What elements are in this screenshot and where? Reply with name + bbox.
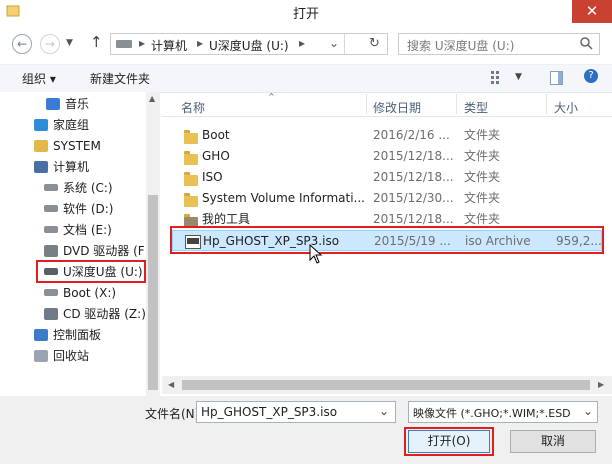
control-panel-icon — [34, 329, 48, 341]
column-size[interactable]: 大小 — [554, 99, 578, 116]
file-type: 文件夹 — [464, 149, 501, 163]
filter-dropdown-icon[interactable]: ⌄ — [583, 404, 593, 418]
selected-tree-item-highlight — [36, 260, 146, 283]
file-name: ISO — [202, 170, 223, 184]
file-date: 2015/12/30... — [373, 191, 454, 205]
breadcrumb-computer[interactable]: 计算机 — [151, 37, 187, 54]
folder-tree: 音乐家庭组 SYSTEM 计算机系统 (C:) 软件 (D:) 文档 (E:) DVD 驱… — [0, 94, 146, 367]
tree-item[interactable]: 音乐 — [0, 94, 146, 115]
scroll-right-icon[interactable]: ▶ — [598, 380, 604, 389]
selected-file-highlight — [170, 226, 604, 254]
drive-icon — [44, 184, 58, 191]
tree-item[interactable]: DVD 驱动器 (F — [0, 241, 146, 262]
preview-pane-icon[interactable] — [550, 71, 563, 85]
file-type: 文件夹 — [464, 128, 501, 142]
address-dropdown-icon[interactable]: ⌄ — [329, 36, 339, 50]
tree-item-label: 文档 (E:) — [63, 223, 112, 237]
computer-icon — [34, 161, 48, 173]
breadcrumb-usb-drive[interactable]: U深度U盘 (U:) — [209, 37, 289, 54]
new-folder-button[interactable]: 新建文件夹 — [90, 70, 150, 87]
breadcrumb-separator: ▸ — [197, 36, 204, 50]
tree-item[interactable]: 控制面板 — [0, 325, 146, 346]
file-name: GHO — [202, 149, 230, 163]
column-name[interactable]: 名称 — [181, 99, 205, 116]
file-type: 文件夹 — [464, 191, 501, 205]
address-bar[interactable]: ▸ 计算机 ▸ U深度U盘 (U:) ▸ ⌄ ↻ — [110, 33, 388, 55]
tree-item[interactable]: 家庭组 — [0, 115, 146, 136]
tree-item-label: DVD 驱动器 (F — [63, 244, 145, 258]
search-icon[interactable] — [579, 36, 593, 53]
tree-item-label: 系统 (C:) — [63, 181, 113, 195]
file-row[interactable]: GHO 2015/12/18... 文件夹 — [172, 146, 602, 167]
scroll-up-icon[interactable]: ▲ — [149, 94, 155, 103]
tree-item-label: 控制面板 — [53, 328, 102, 342]
view-dropdown-icon[interactable]: ▼ — [515, 72, 522, 82]
close-button[interactable]: ✕ — [572, 0, 612, 23]
column-type[interactable]: 类型 — [464, 99, 488, 116]
open-button[interactable]: 打开(O) — [408, 430, 490, 453]
recycle-bin-icon — [34, 350, 48, 362]
up-button[interactable]: ↑ — [90, 33, 103, 51]
tree-item-label: 计算机 — [53, 160, 90, 174]
file-row[interactable]: ISO 2015/12/18... 文件夹 — [172, 167, 602, 188]
tree-item[interactable]: 软件 (D:) — [0, 199, 146, 220]
user-folder-icon — [34, 140, 48, 152]
file-name: Boot — [202, 128, 230, 142]
organize-menu[interactable]: 组织 ▾ — [22, 70, 56, 87]
filename-input[interactable]: Hp_GHOST_XP_SP3.iso — [201, 405, 337, 419]
forward-button[interactable]: → — [40, 34, 60, 54]
search-input[interactable]: 搜索 U深度U盘 (U:) — [407, 37, 514, 54]
drive-icon — [44, 289, 58, 296]
filename-label: 文件名(N): — [145, 407, 204, 421]
tree-item-label: Boot (X:) — [63, 286, 117, 300]
drive-icon — [44, 205, 58, 212]
recent-dropdown-icon[interactable]: ▼ — [66, 38, 73, 48]
back-button[interactable]: ← — [12, 34, 32, 54]
homegroup-icon — [34, 119, 48, 131]
filename-dropdown-icon[interactable]: ⌄ — [379, 404, 389, 418]
drive-icon — [44, 226, 58, 233]
tree-item[interactable]: 回收站 — [0, 346, 146, 367]
horizontal-scroll-thumb[interactable] — [182, 380, 590, 390]
refresh-icon[interactable]: ↻ — [369, 36, 380, 51]
file-date: 2016/2/16 ... — [373, 128, 450, 142]
left-scroll-thumb[interactable] — [148, 195, 158, 390]
tree-item[interactable]: Boot (X:) — [0, 283, 146, 304]
file-date: 2015/12/18... — [373, 149, 454, 163]
tree-item[interactable]: 系统 (C:) — [0, 178, 146, 199]
tree-item-label: CD 驱动器 (Z:) — [63, 307, 146, 321]
file-date: 2015/12/18... — [373, 170, 454, 184]
tree-item-label: SYSTEM — [53, 139, 101, 153]
breadcrumb-separator: ▸ — [299, 36, 306, 50]
tree-item-label: 回收站 — [53, 349, 90, 363]
cd-icon — [44, 308, 58, 320]
mouse-cursor-icon — [309, 243, 323, 267]
window-title: 打开 — [292, 7, 319, 22]
file-name: System Volume Informati... — [202, 191, 365, 205]
file-type-filter[interactable]: 映像文件 (*.GHO;*.WIM;*.ESD ⌄ — [408, 401, 598, 423]
help-icon[interactable]: ? — [584, 69, 598, 83]
file-type: 文件夹 — [464, 170, 501, 184]
scroll-left-icon[interactable]: ◀ — [168, 380, 174, 389]
tree-item[interactable]: 文档 (E:) — [0, 220, 146, 241]
breadcrumb-separator: ▸ — [139, 36, 146, 50]
music-icon — [46, 98, 60, 110]
file-type-value: 映像文件 (*.GHO;*.WIM;*.ESD — [413, 407, 571, 420]
tree-item[interactable]: SYSTEM — [0, 136, 146, 157]
tree-item-label: 软件 (D:) — [63, 202, 114, 216]
drive-icon — [116, 40, 132, 48]
column-modified[interactable]: 修改日期 — [373, 99, 421, 116]
cancel-button[interactable]: 取消 — [510, 430, 596, 453]
tree-item[interactable]: 计算机 — [0, 157, 146, 178]
dvd-icon — [44, 245, 58, 257]
filename-field[interactable]: Hp_GHOST_XP_SP3.iso ⌄ — [196, 401, 396, 423]
tree-item-label: 音乐 — [65, 97, 90, 111]
file-row[interactable]: System Volume Informati... 2015/12/30... 文… — [172, 188, 602, 209]
file-row[interactable]: Boot 2016/2/16 ... 文件夹 — [172, 125, 602, 146]
tree-item[interactable]: CD 驱动器 (Z:) — [0, 304, 146, 325]
view-options-icon[interactable] — [491, 70, 507, 87]
tree-item-label: 家庭组 — [53, 118, 90, 132]
sort-arrow-icon: ^ — [268, 92, 275, 101]
search-box[interactable]: 搜索 U深度U盘 (U:) — [398, 33, 600, 55]
